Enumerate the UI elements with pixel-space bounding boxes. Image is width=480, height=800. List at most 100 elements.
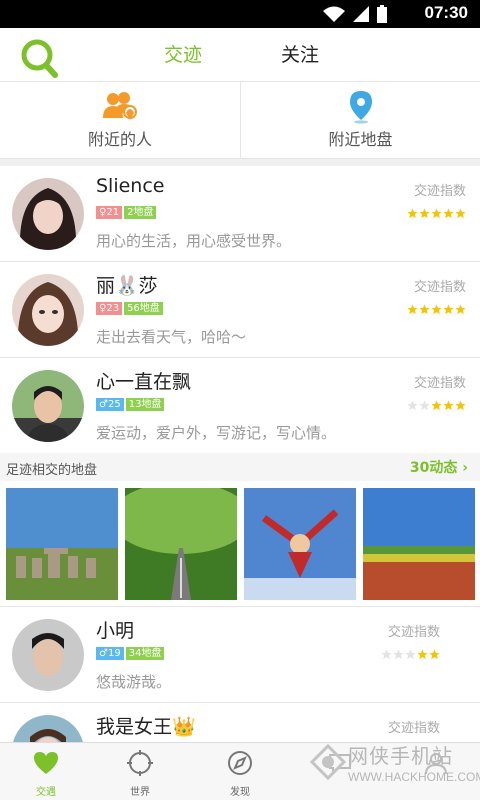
gender-age-badge: ♀21 (96, 206, 123, 219)
nearby-places-label: 附近地盘 (328, 130, 393, 149)
activity-link[interactable]: 30动态 › (410, 457, 468, 477)
star-filled-icon (455, 400, 466, 411)
tab-jiaoji[interactable]: 交迹 (164, 40, 202, 70)
user-row[interactable]: 丽🐰莎 ♀23 56地盘 走出去看天气，哈哈～ 交迹指数 (0, 262, 480, 358)
heart-icon (34, 752, 58, 774)
star-rating (380, 645, 440, 660)
star-filled-icon (407, 208, 418, 219)
top-bar: 交迹 关注 (0, 28, 480, 82)
user-badges: ♀21 2地盘 (96, 206, 158, 220)
user-bio: 爱运动，爱户外，写游记，写心情。 (96, 424, 337, 442)
tab-follow[interactable]: 关注 (281, 40, 319, 70)
nav-label: 发现 (230, 787, 250, 798)
nearby-places-button[interactable]: 附近地盘 (240, 82, 480, 159)
avatar[interactable] (12, 274, 84, 346)
gender-age-badge: ♀23 (96, 302, 123, 315)
user-bio: 悠哉游哉。 (96, 673, 172, 691)
user-bio: 用心的生活，用心感受世界。 (96, 232, 292, 250)
star-filled-icon (443, 400, 454, 411)
user-row[interactable]: 心一直在飘 ♂25 13地盘 爱运动，爱户外，写游记，写心情。 交迹指数 (0, 358, 480, 454)
gender-age-badge: ♂25 (96, 398, 124, 411)
watermark-logo-icon (309, 743, 347, 781)
star-filled-icon (431, 400, 442, 411)
flower-field-photo[interactable] (363, 488, 475, 600)
index-label: 交迹指数 (413, 184, 466, 199)
avatar[interactable] (12, 178, 84, 250)
gender-age-badge: ♂19 (96, 647, 124, 660)
star-filled-icon (443, 208, 454, 219)
location-pin-icon (349, 91, 372, 124)
index-label: 交迹指数 (387, 721, 440, 736)
star-empty-icon (381, 649, 392, 660)
nav-item-meet[interactable]: 交遇 (0, 743, 96, 800)
user-feed: Slience ♀21 2地盘 用心的生活，用心感受世界。 交迹指数 丽🐰莎 ♀2… (0, 166, 480, 742)
avatar[interactable] (12, 370, 84, 442)
compass-icon (228, 751, 252, 775)
index-label: 交迹指数 (387, 625, 440, 640)
star-empty-icon (405, 649, 416, 660)
places-badge: 2地盘 (124, 206, 157, 219)
user-badges: ♂19 34地盘 (96, 647, 166, 661)
star-filled-icon (407, 304, 418, 315)
search-button[interactable] (18, 37, 60, 79)
quick-actions-bar: 附近的人 附近地盘 (0, 82, 480, 159)
user-badges: ♀23 56地盘 (96, 302, 165, 316)
user-bio: 走出去看天气，哈哈～ (96, 328, 247, 346)
star-filled-icon (419, 304, 430, 315)
user-name: Slience (96, 175, 165, 197)
star-filled-icon (455, 304, 466, 315)
places-badge: 56地盘 (124, 302, 163, 315)
battery-icon (377, 5, 387, 23)
nav-label: 世界 (130, 787, 150, 798)
user-name: 小明 (96, 620, 135, 642)
stonehenge-photo[interactable] (6, 488, 118, 600)
star-filled-icon (417, 649, 428, 660)
people-nearby-icon (103, 92, 137, 120)
star-rating (406, 204, 466, 219)
nav-item-world[interactable]: 世界 (90, 743, 190, 800)
tree-road-photo[interactable] (125, 488, 237, 600)
star-empty-icon (393, 649, 404, 660)
nearby-people-button[interactable]: 附近的人 (0, 82, 240, 159)
nav-item-discover[interactable]: 发现 (190, 743, 290, 800)
star-filled-icon (455, 208, 466, 219)
wifi-icon (323, 6, 345, 22)
status-time: 07:30 (424, 3, 468, 22)
places-badge: 34地盘 (125, 647, 165, 660)
watermark-text: 网侠手机站 (348, 744, 453, 768)
signal-icon (353, 6, 369, 22)
star-rating (406, 396, 466, 411)
star-filled-icon (443, 304, 454, 315)
avatar[interactable] (12, 619, 84, 691)
star-rating (406, 300, 466, 315)
star-empty-icon (419, 400, 430, 411)
skydiving-photo[interactable] (244, 488, 356, 600)
avatar[interactable] (12, 715, 84, 742)
activity-count: 30动态 (409, 460, 458, 476)
nav-label: 交遇 (36, 787, 56, 798)
index-label: 交迹指数 (413, 280, 466, 295)
chevron-right-icon: › (462, 460, 468, 476)
user-badges: ♂25 13地盘 (96, 398, 166, 412)
star-empty-icon (407, 400, 418, 411)
status-icons (322, 5, 396, 23)
search-icon (21, 39, 58, 78)
user-row[interactable]: 小明 ♂19 34地盘 悠哉游哉。 交迹指数 (0, 607, 480, 703)
watermark-url: WWW.HACKHOME.COM (348, 770, 480, 784)
user-name: 我是女王👑 (96, 716, 196, 738)
index-label: 交迹指数 (413, 376, 466, 391)
status-bar: 07:30 (0, 0, 480, 28)
star-filled-icon (431, 304, 442, 315)
user-row[interactable]: Slience ♀21 2地盘 用心的生活，用心感受世界。 交迹指数 (0, 166, 480, 262)
star-filled-icon (431, 208, 442, 219)
watermark: 网侠手机站 WWW.HACKHOME.COM (308, 736, 480, 798)
shared-places-title: 足迹相交的地盘 (6, 463, 98, 478)
nearby-people-label: 附近的人 (87, 130, 152, 149)
shared-places-photos (0, 481, 480, 607)
shared-places-header: 足迹相交的地盘 30动态 › (0, 453, 480, 481)
user-name: 心一直在飘 (96, 371, 192, 393)
globe-icon (127, 750, 153, 776)
star-filled-icon (429, 649, 440, 660)
user-name: 丽🐰莎 (96, 275, 158, 297)
star-filled-icon (419, 208, 430, 219)
